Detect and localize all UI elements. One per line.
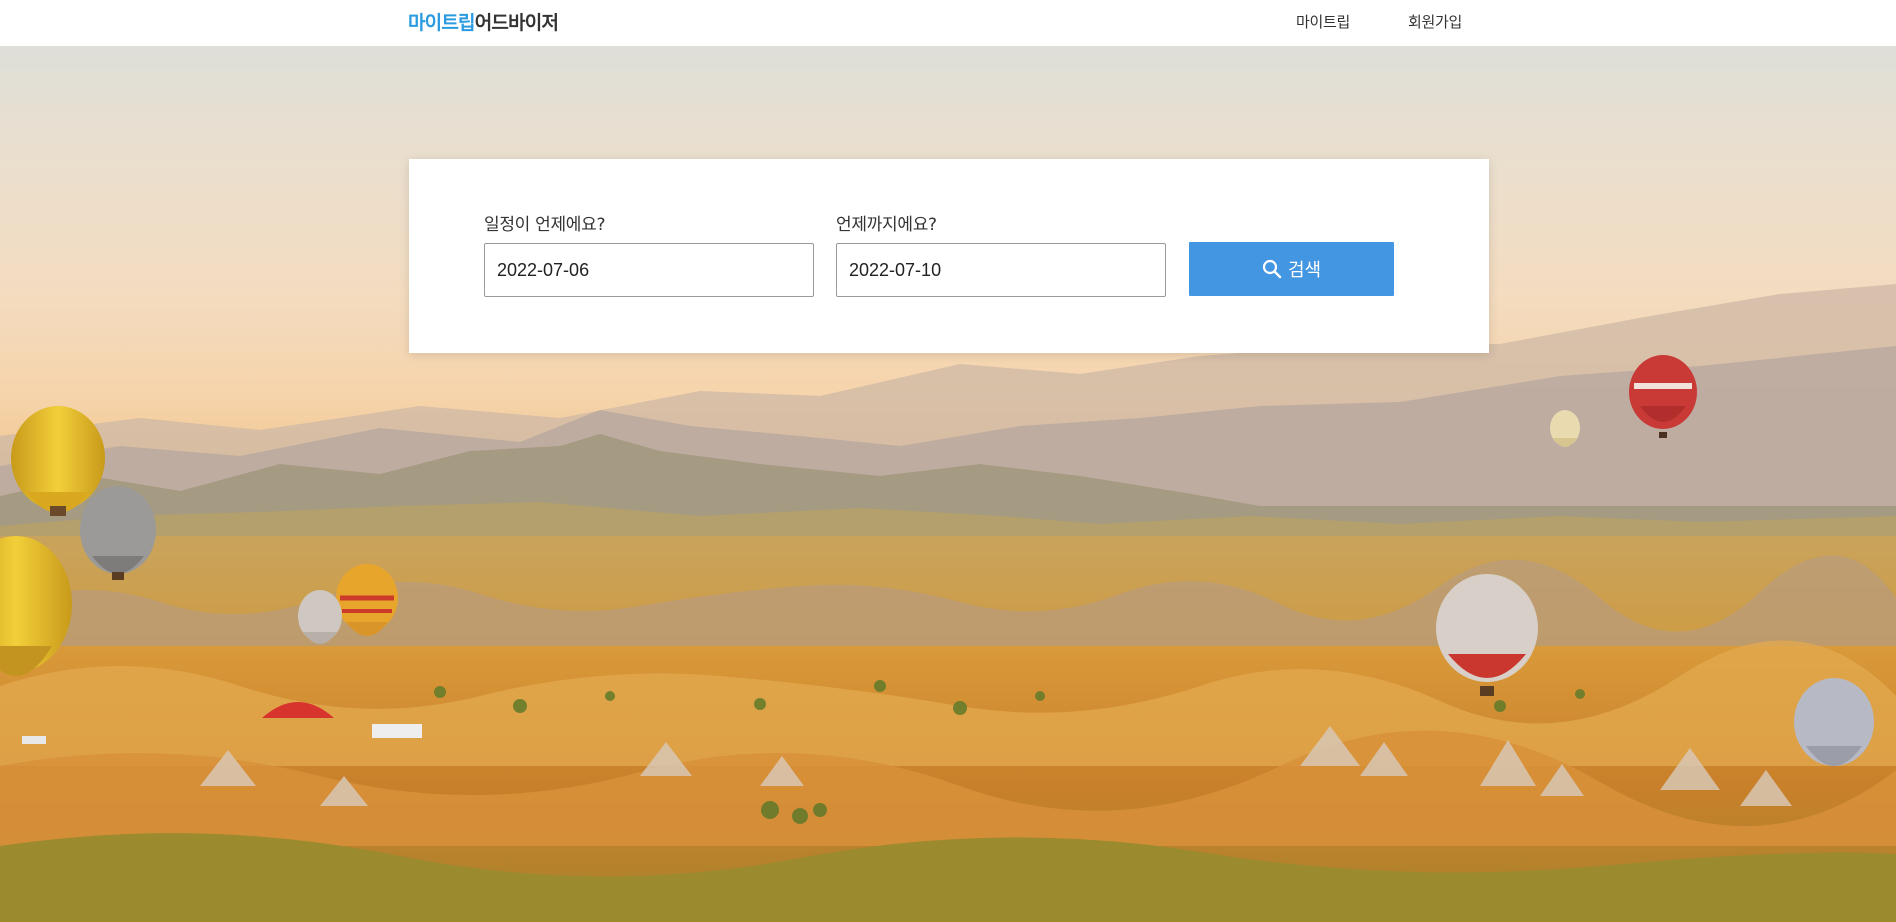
trip-search-form: 일정이 언제에요? 언제까지에요? 검색: [409, 159, 1489, 353]
nav-link-mytrip[interactable]: 마이트립: [1296, 11, 1350, 32]
logo-rest-text: 어드바이저: [474, 12, 559, 34]
top-navigation-bar: 마이트립어드바이저 마이트립 회원가입: [0, 0, 1896, 46]
search-icon: [1262, 259, 1282, 279]
logo-brand-text: 마이트립: [408, 12, 476, 34]
start-date-label: 일정이 언제에요?: [484, 215, 606, 235]
end-date-label: 언제까지에요?: [836, 215, 937, 235]
search-button-label: 검색: [1287, 260, 1322, 281]
nav-link-signup[interactable]: 회원가입: [1408, 11, 1462, 32]
site-logo[interactable]: 마이트립어드바이저: [408, 8, 559, 35]
end-date-input[interactable]: [836, 243, 1166, 297]
search-button[interactable]: 검색: [1189, 242, 1394, 296]
start-date-input[interactable]: [484, 243, 814, 297]
